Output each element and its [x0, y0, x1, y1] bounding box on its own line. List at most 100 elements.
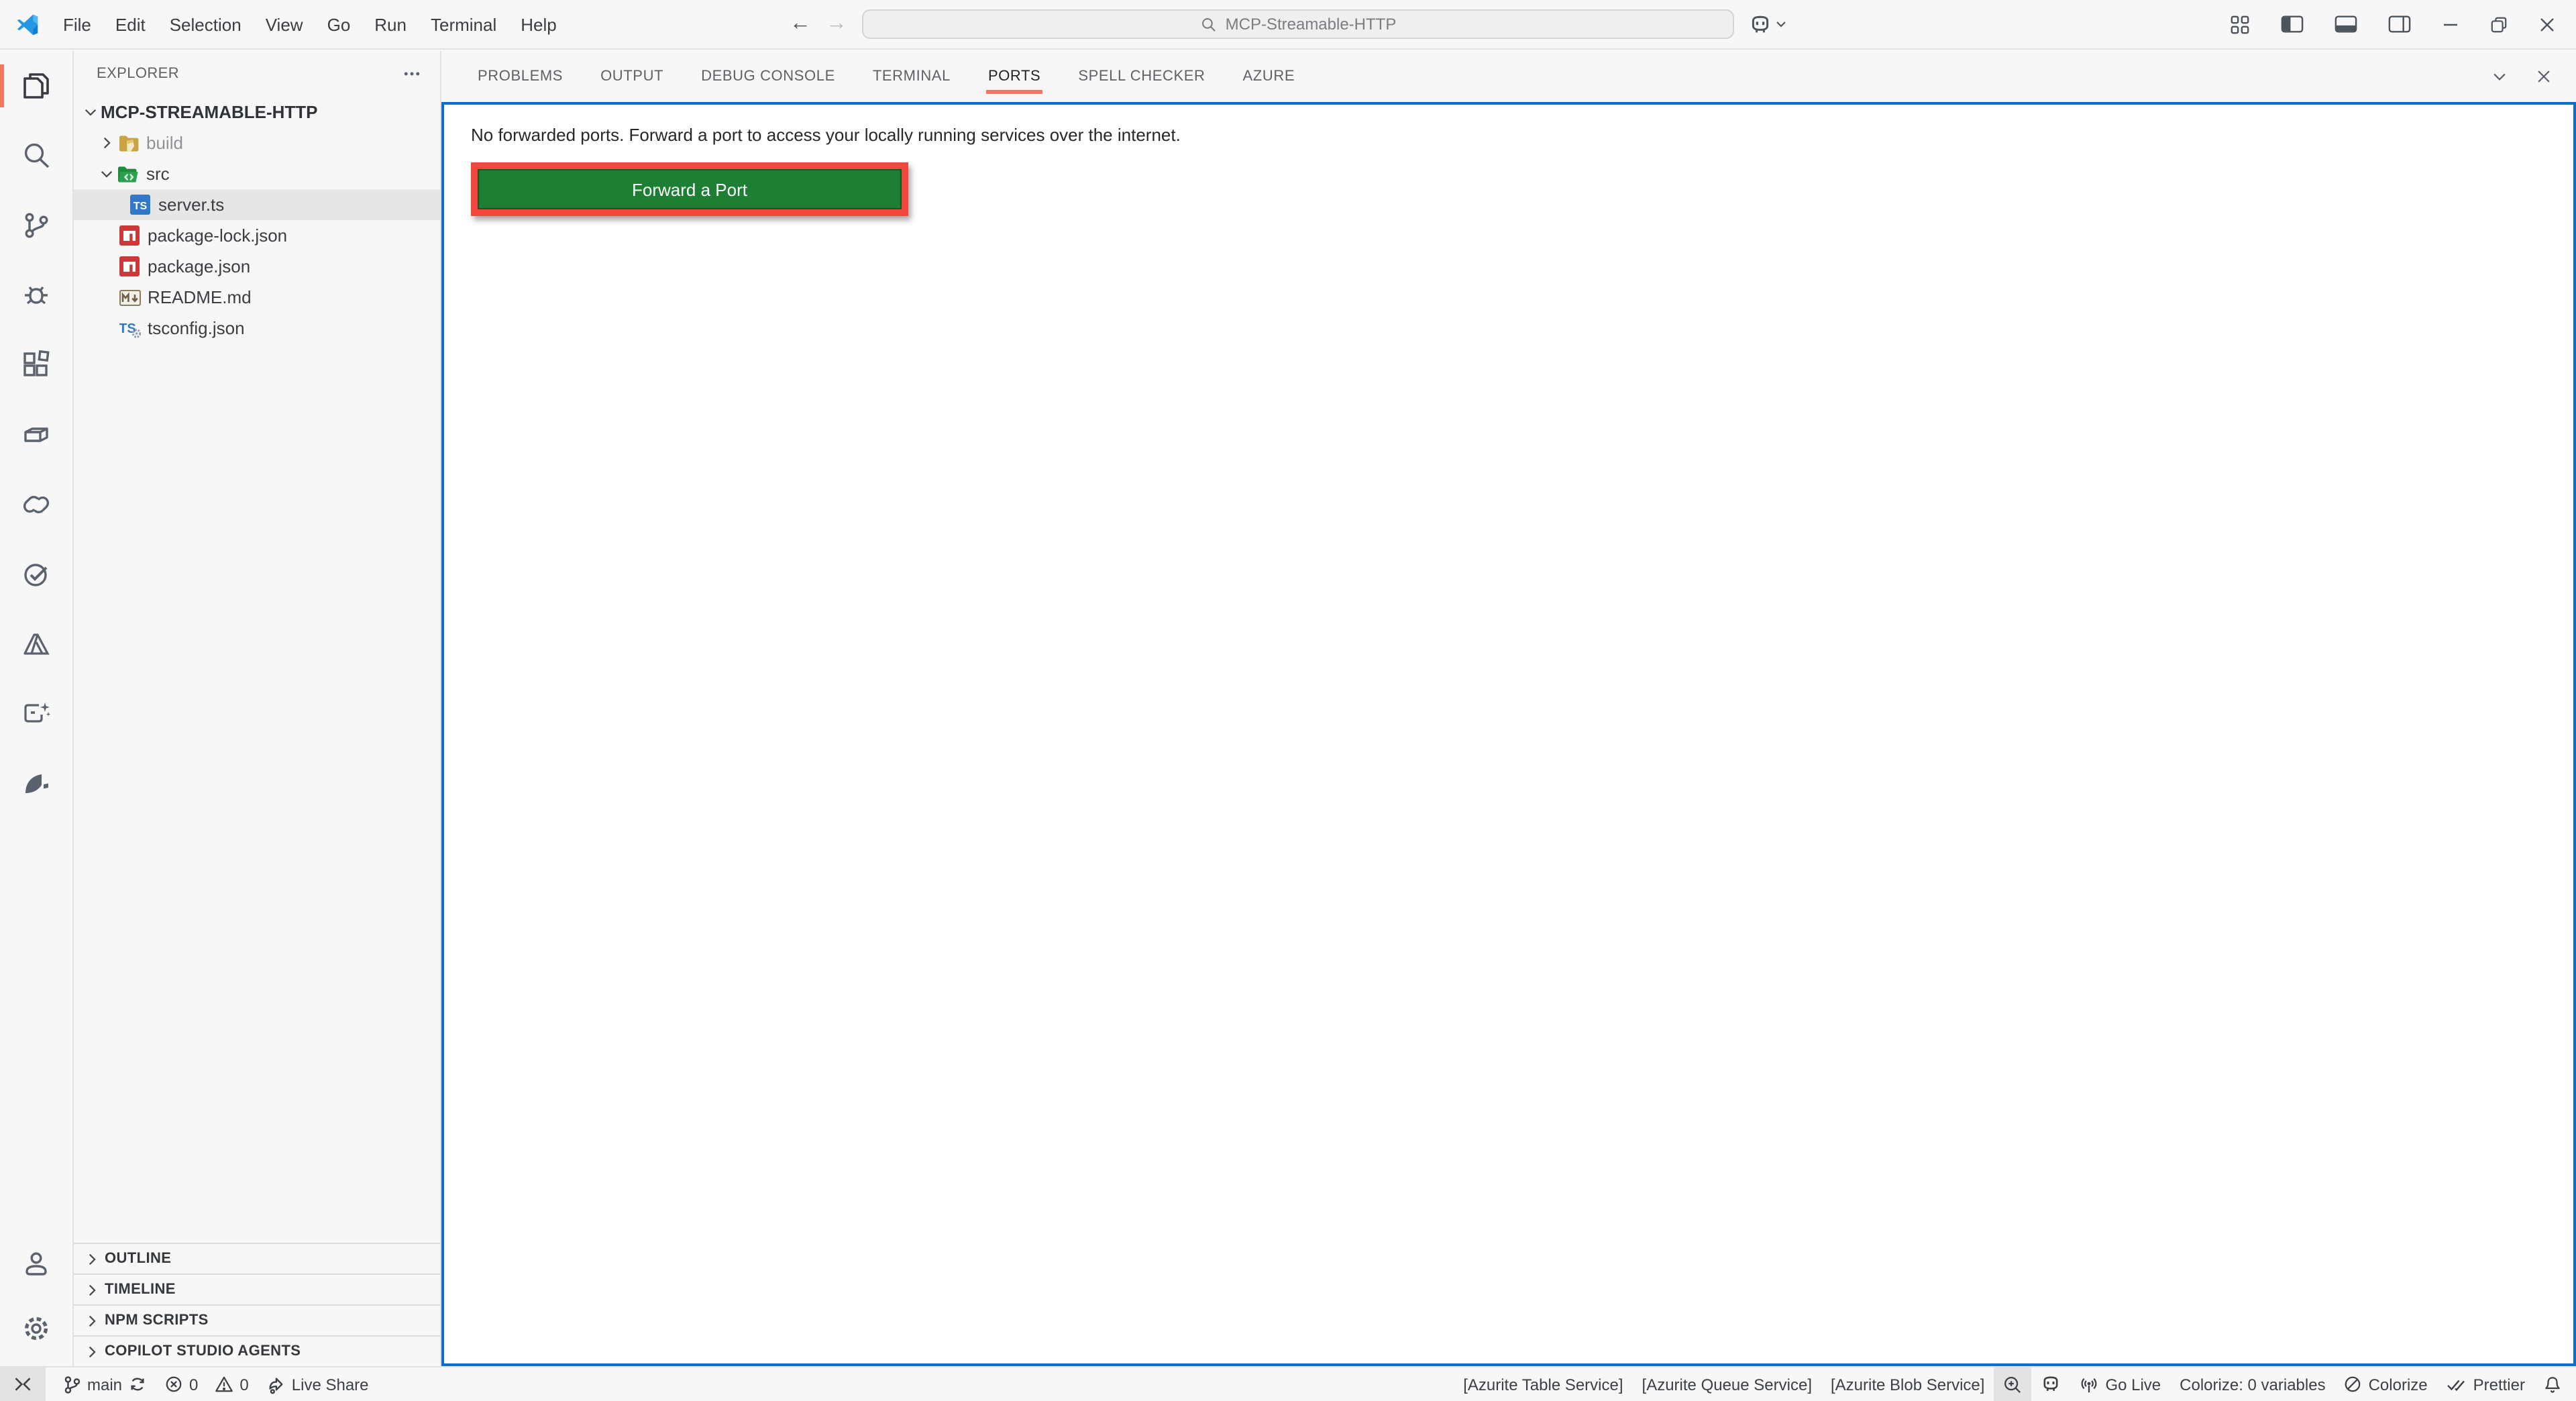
sync-icon	[129, 1376, 146, 1393]
test-explorer-icon[interactable]	[0, 539, 73, 609]
click-annotation-box: Forward a Port	[471, 162, 908, 216]
tree-item-server-ts[interactable]: TS server.ts	[74, 189, 440, 220]
npm-file-icon	[118, 225, 141, 246]
tree-item-package-lock[interactable]: package-lock.json	[74, 220, 440, 251]
minimize-window-icon[interactable]	[2442, 15, 2459, 33]
copilot-icon	[2041, 1376, 2061, 1393]
forward-arrow-icon[interactable]: →	[826, 13, 847, 35]
chevron-right-icon	[83, 1250, 101, 1267]
tree-item-project-root[interactable]: MCP-STREAMABLE-HTTP	[74, 97, 440, 127]
live-share-status[interactable]: Live Share	[258, 1367, 378, 1401]
tree-item-build-folder[interactable]: build	[74, 127, 440, 158]
customize-layout-icon[interactable]	[2230, 14, 2250, 34]
tree-item-tsconfig[interactable]: TS tsconfig.json	[74, 313, 440, 344]
panel-tab-bar: PROBLEMS OUTPUT DEBUG CONSOLE TERMINAL P…	[441, 51, 2576, 102]
menu-go[interactable]: Go	[315, 0, 363, 48]
command-center-search[interactable]: MCP-Streamable-HTTP	[862, 9, 1734, 39]
go-live-status[interactable]: Go Live	[2070, 1367, 2170, 1401]
folder-src-icon	[117, 163, 140, 185]
azurite-table-service-status[interactable]: [Azurite Table Service]	[1454, 1367, 1632, 1401]
sidebar-section-copilot-studio-agents[interactable]: COPILOT STUDIO AGENTS	[74, 1335, 440, 1366]
explorer-icon[interactable]	[0, 51, 73, 121]
run-debug-icon[interactable]	[0, 260, 73, 330]
azure-icon[interactable]	[0, 609, 73, 679]
menu-selection[interactable]: Selection	[158, 0, 254, 48]
accounts-icon[interactable]	[0, 1232, 73, 1296]
tree-item-package-json[interactable]: package.json	[74, 251, 440, 282]
chevron-right-icon	[83, 1312, 101, 1329]
search-icon	[1200, 15, 1218, 33]
bottom-panel: PROBLEMS OUTPUT DEBUG CONSOLE TERMINAL P…	[441, 51, 2576, 1366]
vscode-logo-icon	[15, 11, 40, 37]
chevron-down-icon	[79, 103, 101, 121]
toggle-primary-sidebar-icon[interactable]	[2281, 15, 2304, 34]
restore-window-icon[interactable]	[2490, 15, 2508, 33]
git-branch-indicator[interactable]: main	[54, 1367, 156, 1401]
tab-debug-console[interactable]: DEBUG CONSOLE	[682, 51, 854, 102]
tab-spell-checker[interactable]: SPELL CHECKER	[1059, 51, 1224, 102]
azurite-queue-service-status[interactable]: [Azurite Queue Service]	[1633, 1367, 1821, 1401]
colorize-variables-status[interactable]: Colorize: 0 variables	[2170, 1367, 2334, 1401]
errors-icon	[165, 1376, 182, 1393]
tab-terminal[interactable]: TERMINAL	[854, 51, 969, 102]
source-control-icon[interactable]	[0, 191, 73, 260]
fin-extension-icon[interactable]	[0, 749, 73, 819]
close-window-icon[interactable]	[2538, 15, 2556, 33]
azurite-blob-service-status[interactable]: [Azurite Blob Service]	[1821, 1367, 1994, 1401]
sidebar-section-timeline[interactable]: TIMELINE	[74, 1274, 440, 1304]
views-actions-icon[interactable]	[402, 64, 421, 83]
toggle-panel-icon[interactable]	[2334, 15, 2357, 34]
tree-item-readme[interactable]: README.md	[74, 282, 440, 313]
panel-close-icon[interactable]	[2534, 67, 2553, 86]
tree-item-src-folder[interactable]: src	[74, 158, 440, 189]
broadcast-icon	[2080, 1375, 2098, 1394]
chevron-right-icon	[95, 134, 117, 152]
menu-edit[interactable]: Edit	[103, 0, 158, 48]
remote-indicator[interactable]	[0, 1367, 46, 1401]
warnings-icon	[214, 1376, 233, 1393]
forward-a-port-button[interactable]: Forward a Port	[478, 169, 902, 209]
sidebar-title: EXPLORER	[97, 66, 179, 82]
copilot-status-item[interactable]	[2031, 1367, 2070, 1401]
live-share-sidebar-icon[interactable]	[0, 470, 73, 539]
notifications-bell[interactable]	[2534, 1367, 2571, 1401]
toggle-secondary-sidebar-icon[interactable]	[2388, 15, 2411, 34]
tab-ports[interactable]: PORTS	[969, 51, 1059, 102]
double-check-icon	[2447, 1376, 2467, 1392]
chevron-right-icon	[83, 1281, 101, 1298]
title-bar: File Edit Selection View Go Run Terminal…	[0, 0, 2576, 50]
tsconfig-file-icon: TS	[118, 317, 141, 339]
panel-maximize-chevron-icon[interactable]	[2490, 67, 2509, 86]
containers-icon[interactable]	[0, 400, 73, 470]
file-tree: MCP-STREAMABLE-HTTP build	[74, 97, 440, 344]
menu-view[interactable]: View	[254, 0, 315, 48]
git-branch-icon	[63, 1375, 80, 1394]
extensions-icon[interactable]	[0, 330, 73, 400]
explorer-sidebar: EXPLORER MCP-STREAMABLE-HTTP	[74, 51, 441, 1366]
zoom-in-magnifier-icon	[2003, 1375, 2022, 1394]
menu-help[interactable]: Help	[508, 0, 569, 48]
back-arrow-icon[interactable]: ←	[790, 13, 811, 35]
svg-text:TS: TS	[133, 201, 148, 212]
markdown-file-icon	[118, 287, 141, 308]
chevron-down-icon	[1776, 19, 1786, 30]
copilot-menu-button[interactable]	[1749, 14, 1786, 34]
sidebar-section-npm-scripts[interactable]: NPM SCRIPTS	[74, 1304, 440, 1335]
search-sidebar-icon[interactable]	[0, 121, 73, 191]
menu-run[interactable]: Run	[362, 0, 419, 48]
problems-indicator[interactable]: 0 0	[156, 1367, 258, 1401]
tab-azure[interactable]: AZURE	[1224, 51, 1314, 102]
typescript-file-icon: TS	[129, 194, 152, 215]
sidebar-section-outline[interactable]: OUTLINE	[74, 1243, 440, 1274]
live-share-icon	[268, 1375, 285, 1394]
tab-output[interactable]: OUTPUT	[582, 51, 682, 102]
colorize-status[interactable]: Colorize	[2335, 1367, 2437, 1401]
settings-gear-icon[interactable]	[0, 1296, 73, 1361]
menu-terminal[interactable]: Terminal	[419, 0, 508, 48]
npm-file-icon	[118, 256, 141, 277]
tab-problems[interactable]: PROBLEMS	[459, 51, 582, 102]
prettier-status[interactable]: Prettier	[2437, 1367, 2534, 1401]
menu-file[interactable]: File	[51, 0, 103, 48]
zoom-status-item[interactable]	[1994, 1367, 2031, 1401]
copilot-studio-icon[interactable]	[0, 679, 73, 749]
